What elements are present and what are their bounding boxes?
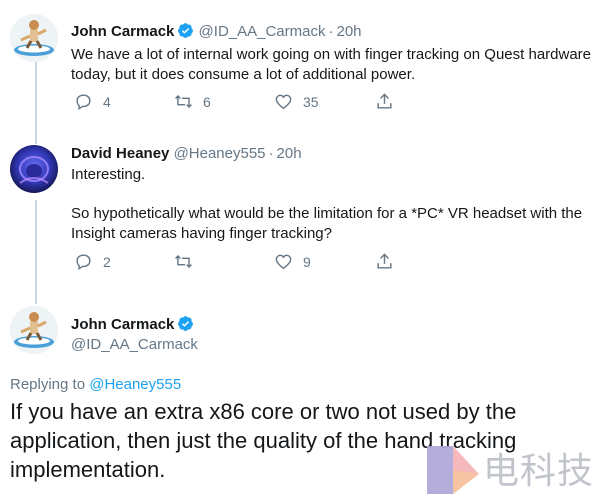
avatar[interactable] (10, 306, 58, 354)
tweet-text: Interesting. (71, 166, 146, 183)
tweet-actions: 4 6 35 (71, 92, 591, 114)
share-icon (377, 93, 392, 109)
author-handle[interactable]: @ID_AA_Carmack (71, 336, 198, 353)
author-name[interactable]: John Carmack (71, 23, 174, 40)
separator-dot: · (328, 23, 334, 40)
like-count: 35 (303, 93, 319, 110)
avatar[interactable] (10, 145, 58, 193)
thread-line (35, 60, 37, 144)
author-name[interactable]: David Heaney (71, 145, 169, 162)
like-count: 9 (303, 253, 311, 270)
verified-icon (178, 23, 194, 38)
retweet-icon (175, 254, 192, 269)
retweet-button[interactable]: 6 (174, 92, 211, 111)
avatar[interactable] (10, 14, 58, 62)
tweet-header: John Carmack @ID_AA_Carmack · 20h (71, 22, 362, 41)
like-icon (275, 254, 292, 270)
reply-count: 2 (103, 253, 111, 270)
tweet-text: So hypothetically what would be the limi… (71, 205, 583, 242)
like-button[interactable]: 35 (274, 92, 319, 111)
verified-icon (178, 316, 194, 331)
timestamp[interactable]: 20h (336, 23, 361, 40)
watermark-text: 电科技 (483, 451, 595, 492)
mention-link[interactable]: @Heaney555 (89, 376, 181, 393)
tweet-header: John Carmack (71, 315, 194, 334)
reply-count: 4 (103, 93, 111, 110)
reply-button[interactable]: 2 (74, 252, 111, 271)
retweet-count: 6 (203, 93, 211, 110)
author-handle[interactable]: @Heaney555 (174, 145, 266, 162)
author-handle[interactable]: @ID_AA_Carmack (199, 23, 326, 40)
replying-label: Replying to (10, 376, 86, 393)
retweet-button[interactable] (174, 252, 203, 271)
share-button[interactable] (375, 252, 394, 271)
reply-icon (76, 254, 91, 270)
like-icon (275, 94, 292, 110)
like-button[interactable]: 9 (274, 252, 311, 271)
timestamp[interactable]: 20h (277, 145, 302, 162)
reply-icon (76, 94, 91, 110)
thread-line (35, 200, 37, 304)
author-name[interactable]: John Carmack (71, 316, 174, 333)
tweet-header: @ID_AA_Carmack (71, 335, 198, 354)
reply-button[interactable]: 4 (74, 92, 111, 111)
tweet-header: David Heaney @Heaney555 · 20h (71, 144, 302, 163)
replying-to: Replying to @Heaney555 (10, 376, 181, 393)
tweet-actions: 2 9 (71, 252, 591, 274)
tweet-text: We have a lot of internal work going on … (71, 46, 592, 83)
share-button[interactable] (375, 92, 394, 111)
retweet-icon (175, 94, 192, 109)
separator-dot: · (268, 145, 274, 162)
share-icon (377, 253, 392, 269)
